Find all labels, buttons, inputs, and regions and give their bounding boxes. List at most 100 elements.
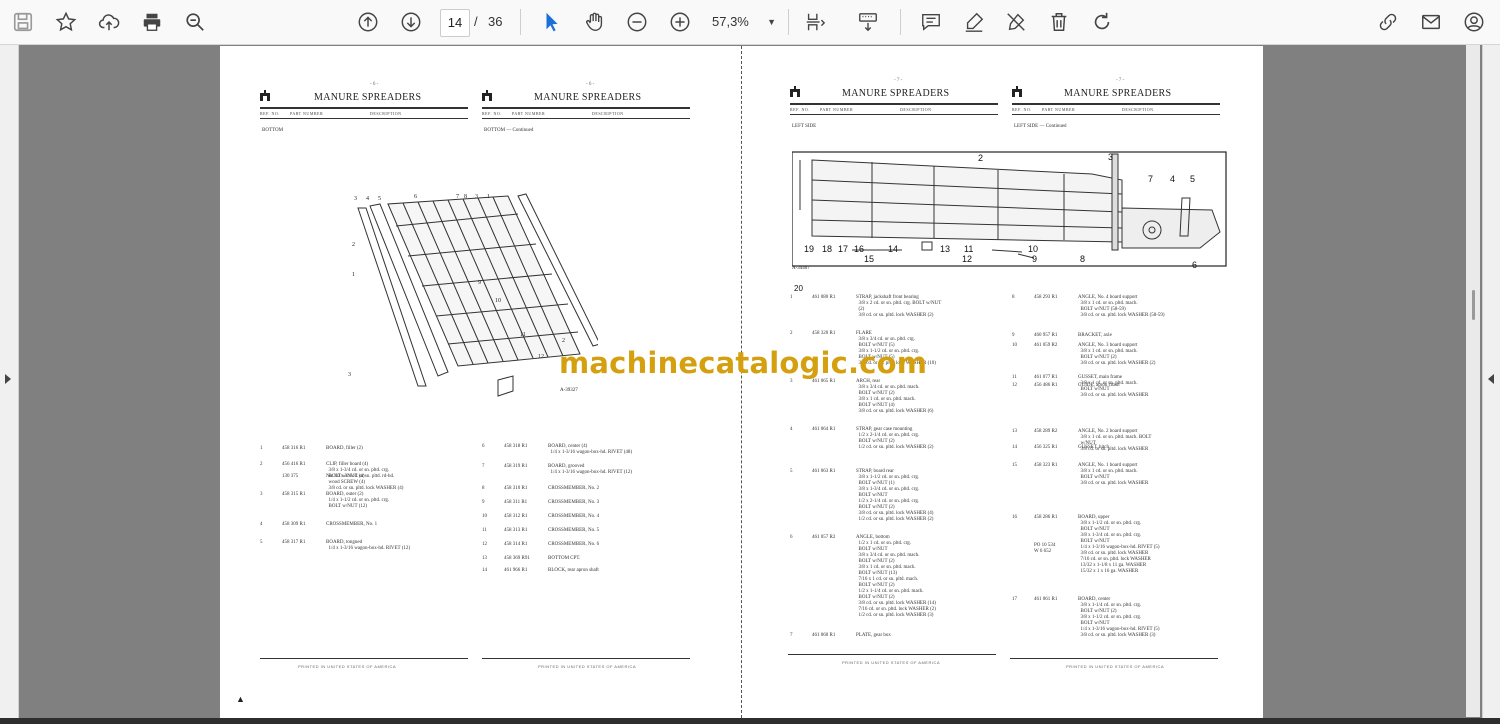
svg-text:2: 2	[978, 153, 983, 163]
svg-text:11: 11	[964, 244, 973, 254]
account-icon[interactable]	[1459, 7, 1489, 37]
header-rule	[1012, 103, 1220, 105]
part-number: 458 316 R1	[282, 446, 306, 451]
highlight-pen-icon[interactable]	[959, 7, 989, 37]
delete-icon[interactable]	[1044, 7, 1074, 37]
page-up-icon[interactable]	[353, 7, 383, 37]
part-number: 458 310 R1	[504, 486, 528, 491]
header-rule	[1012, 114, 1220, 115]
page-number-input[interactable]: 14	[440, 9, 470, 37]
svg-text:19: 19	[804, 244, 814, 254]
description-header: DESCRIPTION	[900, 107, 932, 112]
zoom-out-icon[interactable]	[622, 7, 652, 37]
ih-logo-icon	[260, 90, 270, 101]
scrollbar-thumb[interactable]	[1472, 290, 1475, 320]
sign-pen-icon[interactable]	[1001, 7, 1031, 37]
expand-right-panel-icon[interactable]	[1488, 374, 1494, 384]
part-description: ARCH, rear 3/8 x 3/4 cd. or sn. pltd. ma…	[856, 379, 934, 414]
zoom-search-icon[interactable]	[180, 7, 210, 37]
svg-text:7: 7	[1148, 174, 1153, 184]
page-footer: PRINTED IN UNITED STATES OF AMERICA	[298, 664, 397, 669]
rotate-icon[interactable]	[1087, 7, 1117, 37]
svg-text:3: 3	[475, 194, 478, 200]
part-number: 458 317 R1	[282, 540, 306, 545]
zoom-in-icon[interactable]	[665, 7, 695, 37]
part-description: BLOCK, rear apron shaft	[548, 568, 599, 573]
part-number: 458 315 R1	[282, 492, 306, 497]
page-spread-divider	[741, 46, 742, 718]
part-description: GUIDE, apron chain	[1078, 383, 1120, 388]
part-description: ANGLE, No. 3 board support 3/8 x 1 cd. o…	[1078, 343, 1156, 366]
part-number: 130 375	[282, 474, 299, 479]
part-description: BOARD, filler (2)	[326, 446, 363, 451]
toolbar-divider	[520, 9, 521, 35]
svg-text:16: 16	[854, 244, 864, 254]
email-icon[interactable]	[1416, 7, 1446, 37]
part-number: 456 416 R1	[282, 462, 306, 467]
link-share-icon[interactable]	[1373, 7, 1403, 37]
left-panel-collapsed[interactable]	[0, 45, 19, 724]
part-description: BOARD, upper 3/8 x 1-1/2 cd. or sn. pltd…	[1078, 515, 1160, 574]
page-down-icon[interactable]	[396, 7, 426, 37]
right-panel-collapsed[interactable]	[1482, 45, 1500, 724]
part-ref-no: 2	[790, 331, 793, 336]
scroll-mode-icon[interactable]	[853, 7, 883, 37]
hand-pan-icon[interactable]	[580, 7, 610, 37]
ih-logo-icon	[790, 86, 800, 97]
print-icon[interactable]	[137, 7, 167, 37]
section-title: LEFT SIDE — Continued	[1014, 124, 1067, 129]
page-footer: PRINTED IN UNITED STATES OF AMERICA	[538, 664, 637, 669]
footer-rule	[482, 658, 690, 659]
description-header: DESCRIPTION	[1122, 107, 1154, 112]
svg-text:17: 17	[838, 244, 848, 254]
page-number: - 6 -	[370, 82, 379, 87]
select-cursor-icon[interactable]	[537, 7, 567, 37]
comment-icon[interactable]	[916, 7, 946, 37]
part-number: 461 059 R2	[1034, 343, 1058, 348]
part-ref-no: 11	[482, 528, 487, 533]
part-description: CROSSMEMBER, No. 2	[548, 486, 600, 491]
part-ref-no: 1	[790, 295, 793, 300]
svg-text:4: 4	[1170, 174, 1175, 184]
page-fit-icon[interactable]	[800, 7, 830, 37]
section-title: BOTTOM	[262, 128, 284, 133]
footer-rule	[1010, 658, 1218, 659]
header-rule	[482, 118, 690, 119]
part-description: CROSSMEMBER, No. 4	[548, 514, 600, 519]
upload-cloud-icon[interactable]	[94, 7, 124, 37]
left-side-assembly-diagram: 2 3 7 4 5 19 18 17 16 14 15 13 1112 109 8 6	[792, 151, 1227, 270]
part-description: No. 10 x 3/4 cd. or sn. pltd. rd-hd. woo…	[326, 474, 404, 491]
save-icon[interactable]	[8, 7, 38, 37]
page-title: MANURE SPREADERS	[842, 88, 950, 99]
svg-text:10: 10	[1028, 244, 1038, 254]
toolbar-divider	[900, 9, 901, 35]
header-rule	[260, 107, 468, 109]
part-ref-no: 1	[260, 446, 263, 451]
ref-no-header: REF. NO.	[482, 111, 502, 116]
part-number: 458 323 R1	[1034, 463, 1058, 468]
part-ref-no: 14	[1012, 445, 1017, 450]
section-title: LEFT SIDE	[792, 124, 817, 129]
header-rule	[260, 118, 468, 119]
page-number: - 7 -	[894, 78, 903, 83]
part-number: 461 064 R1	[812, 427, 836, 432]
expand-left-panel-icon[interactable]	[5, 374, 11, 384]
bookmark-star-icon[interactable]	[51, 7, 81, 37]
vertical-scrollbar[interactable]	[1466, 45, 1480, 717]
page-number: - 7 -	[1116, 78, 1125, 83]
part-ref-no: 6	[790, 535, 793, 540]
part-number: 458 314 R1	[504, 542, 528, 547]
part-number: 461 063 R1	[812, 469, 836, 474]
page-total: 36	[488, 14, 503, 29]
zoom-select[interactable]: 57,3% ▼	[712, 12, 778, 32]
page-title: MANURE SPREADERS	[314, 92, 422, 103]
part-description: CROSSMEMBER, No. 6	[548, 542, 600, 547]
part-description: PLATE, gear box	[856, 633, 891, 638]
part-number-header: PART NUMBER	[820, 107, 854, 112]
svg-text:9: 9	[1032, 254, 1037, 264]
part-number: 458 289 R2	[1034, 429, 1058, 434]
part-number: 461 057 R2	[812, 535, 836, 540]
footer-rule	[260, 658, 468, 659]
part-number: PO 10 534 W 6 652	[1034, 543, 1056, 554]
ih-logo-icon	[482, 90, 492, 101]
